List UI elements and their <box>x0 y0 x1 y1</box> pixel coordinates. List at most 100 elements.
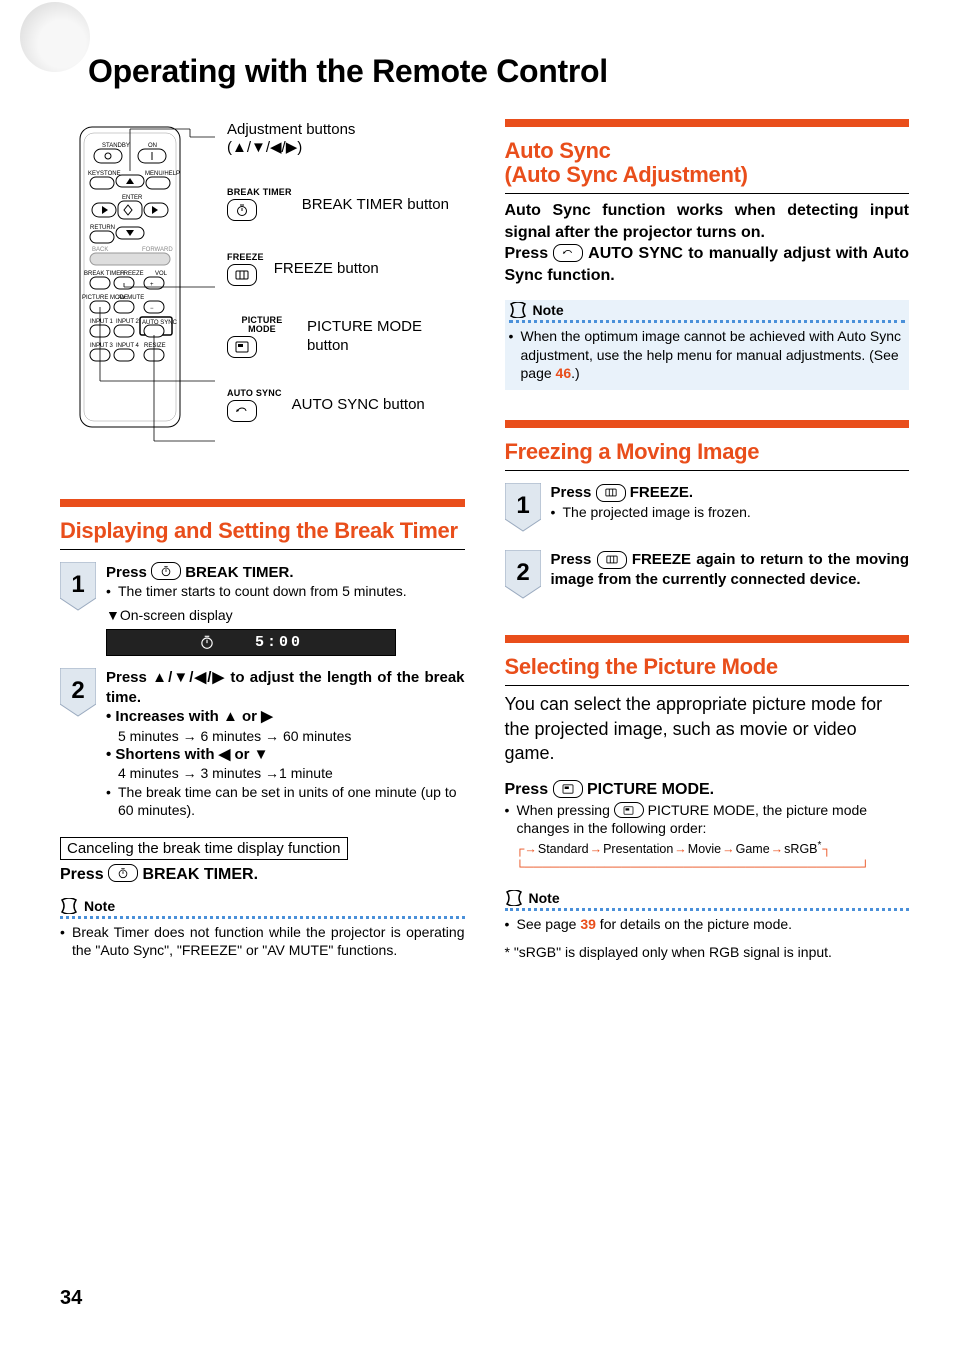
text: BREAK TIMER. <box>143 866 259 883</box>
callout-freeze: FREEZE FREEZE button <box>227 253 465 286</box>
step-1: 1 Press BREAK TIMER. •The timer starts t… <box>60 562 465 656</box>
onscreen-label: ▼On-screen display <box>106 606 465 624</box>
auto-sync-intro: Auto Sync function works when detecting … <box>505 200 910 243</box>
callout-picture-mode: PICTURE MODE PICTURE MODE button <box>227 316 465 359</box>
sub-bullet-text: 4 minutes → 3 minutes →1 minute <box>106 764 465 782</box>
text: Press <box>551 551 597 568</box>
note-icon <box>505 890 523 906</box>
text: FREEZE. <box>626 484 694 501</box>
callout-text: PICTURE MODE button <box>307 318 465 356</box>
note-label: Note <box>529 890 560 906</box>
svg-text:−: − <box>150 306 154 312</box>
freeze-key-icon <box>227 264 257 286</box>
text: Press <box>505 781 553 798</box>
key-label: BREAK TIMER <box>227 188 292 197</box>
callout-label: Adjustment buttons <box>227 121 355 140</box>
step-bullet: The projected image is frozen. <box>563 503 751 521</box>
svg-text:FORWARD: FORWARD <box>142 247 173 253</box>
callout-break-timer: BREAK TIMER BREAK TIMER button <box>227 188 465 223</box>
picture-mode-intro: You can select the appropriate picture m… <box>505 692 910 765</box>
note-text: for details on the picture mode. <box>596 916 792 932</box>
callout-sub: (▲/▼/◀/▶) <box>227 139 355 158</box>
page-title: Operating with the Remote Control <box>88 55 909 89</box>
svg-text:1: 1 <box>516 492 529 519</box>
freeze-key-icon <box>597 551 627 569</box>
freeze-step-2: 2 Press FREEZE again to return to the mo… <box>505 550 910 605</box>
flow-item: Movie <box>688 842 721 856</box>
note-text: .) <box>571 365 580 381</box>
page-reference: 39 <box>580 916 596 932</box>
svg-text:ENTER: ENTER <box>122 195 143 201</box>
timer-value: 5:00 <box>255 633 303 653</box>
timer-icon <box>199 634 215 650</box>
flow-item: Presentation <box>603 842 673 856</box>
svg-text:BACK: BACK <box>92 247 108 253</box>
sub-bullet-label: Shortens with ◀ or ▼ <box>115 746 268 763</box>
callout-text: AUTO SYNC button <box>292 396 425 415</box>
svg-text:AV MUTE: AV MUTE <box>118 295 144 301</box>
picture-mode-flow: ┌→Standard→Presentation→Movie→Game→sRGB*… <box>505 839 910 876</box>
callout-auto-sync: AUTO SYNC AUTO SYNC button <box>227 389 465 422</box>
section-divider <box>505 119 910 127</box>
svg-text:INPUT 1: INPUT 1 <box>90 319 114 325</box>
cancel-box-label: Canceling the break time display functio… <box>60 837 348 860</box>
svg-text:2: 2 <box>71 677 84 704</box>
page-reference: 46 <box>556 365 572 381</box>
step-badge-1: 1 <box>60 562 96 612</box>
note-label: Note <box>84 898 115 914</box>
text: Press <box>106 564 151 581</box>
section-heading-auto-sync: Auto Sync (Auto Sync Adjustment) <box>505 139 910 194</box>
note-icon <box>60 898 78 914</box>
key-label: FREEZE <box>227 253 264 262</box>
note-text: See page <box>517 916 581 932</box>
callout-adjustment: Adjustment buttons (▲/▼/◀/▶) <box>227 121 465 159</box>
break-timer-key-icon <box>151 562 181 580</box>
svg-text:KEYSTONE: KEYSTONE <box>88 171 121 177</box>
key-label: PICTURE MODE <box>227 316 297 334</box>
section-divider <box>60 499 465 507</box>
step-badge-1: 1 <box>505 483 541 533</box>
svg-text:MENU/HELP: MENU/HELP <box>145 171 180 177</box>
page-number: 34 <box>60 1287 82 1310</box>
note-block: Note •Break Timer does not function whil… <box>60 898 465 959</box>
freeze-key-icon <box>596 484 626 502</box>
picture-mode-key-icon <box>227 336 257 358</box>
svg-text:FREEZE: FREEZE <box>120 271 144 277</box>
step-bullet: The timer starts to count down from 5 mi… <box>118 582 407 600</box>
step-badge-2: 2 <box>60 668 96 718</box>
svg-text:RESIZE: RESIZE <box>144 343 166 349</box>
sub-bullet-text: The break time can be set in units of on… <box>118 783 465 819</box>
note-icon <box>509 302 527 318</box>
svg-text:INPUT 4: INPUT 4 <box>116 343 140 349</box>
flow-item: Game <box>736 842 770 856</box>
sub-bullet-text: 5 minutes → 6 minutes → 60 minutes <box>106 727 465 745</box>
decorative-circle <box>20 2 90 72</box>
remote-diagram: .rk{fill:#fff;stroke:#000;stroke-width:1… <box>60 119 465 469</box>
section-divider <box>505 635 910 643</box>
svg-text:1: 1 <box>71 571 84 598</box>
step-badge-2: 2 <box>505 550 541 600</box>
note-label: Note <box>533 302 564 318</box>
text: Press <box>551 484 596 501</box>
svg-text:INPUT 2: INPUT 2 <box>116 319 140 325</box>
svg-text:STANDBY: STANDBY <box>102 143 130 149</box>
break-timer-key-icon <box>227 199 257 221</box>
footnote: * "sRGB" is displayed only when RGB sign… <box>505 943 910 961</box>
callout-text: BREAK TIMER button <box>302 196 449 215</box>
text: Press <box>505 245 554 262</box>
remote-control-illustration: .rk{fill:#fff;stroke:#000;stroke-width:1… <box>60 119 215 469</box>
flow-item: sRGB <box>784 842 817 856</box>
step-heading: Press ▲/▼/◀/▶ to adjust the length of th… <box>106 668 465 707</box>
freeze-step-1: 1 Press FREEZE. •The projected image is … <box>505 483 910 538</box>
svg-text:RETURN: RETURN <box>90 225 115 231</box>
callout-text: FREEZE button <box>274 260 379 279</box>
svg-text:INPUT 3: INPUT 3 <box>90 343 114 349</box>
key-label: AUTO SYNC <box>227 389 282 398</box>
picture-mode-key-icon <box>614 802 644 818</box>
note-text: Break Timer does not function while the … <box>72 923 465 959</box>
section-divider <box>505 420 910 428</box>
svg-text:VOL: VOL <box>155 271 168 277</box>
section-heading-break-timer: Displaying and Setting the Break Timer <box>60 519 465 550</box>
text: PICTURE MODE. <box>583 781 715 798</box>
break-timer-key-icon <box>108 864 138 882</box>
